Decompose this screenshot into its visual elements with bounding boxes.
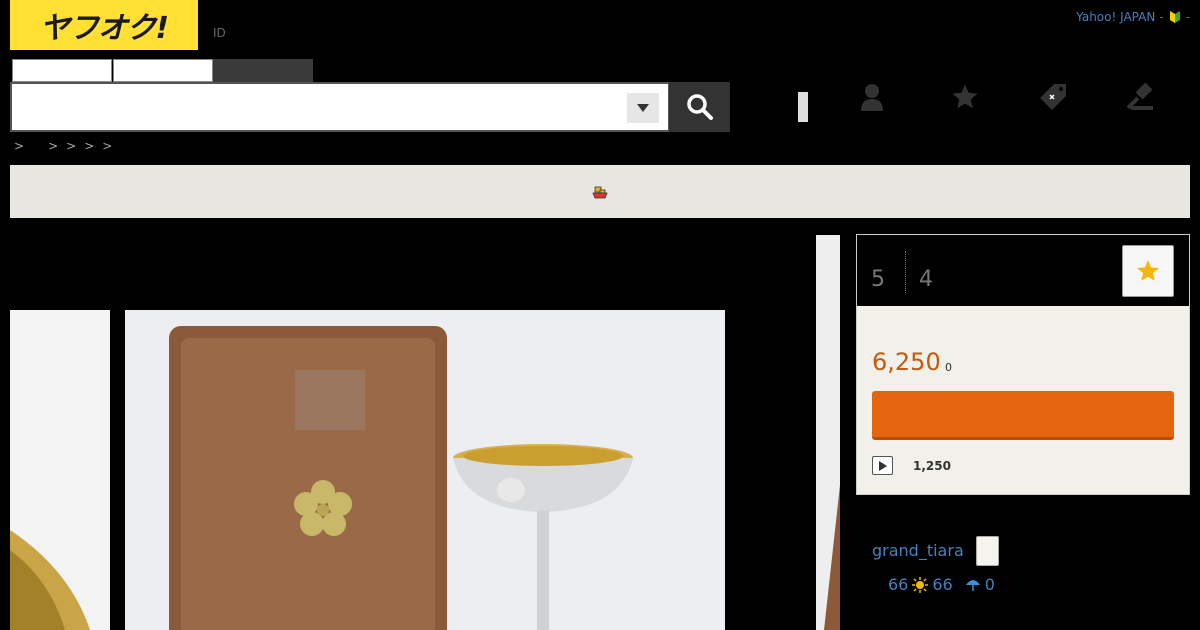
current-price: 6,250 — [872, 348, 941, 376]
play-icon[interactable] — [872, 456, 893, 475]
search-input[interactable] — [18, 90, 618, 124]
rating-total[interactable]: 66 — [888, 575, 908, 594]
logo-text: ヤフオク! — [39, 11, 169, 46]
breadcrumb-sep[interactable]: > — [102, 139, 112, 153]
tag-icon[interactable] — [1033, 80, 1073, 114]
breadcrumb-sep[interactable]: > — [48, 139, 58, 153]
price-panel: 6,250 0 1,250 — [856, 306, 1190, 495]
yahuoku-logo[interactable]: ヤフオク! — [10, 0, 198, 50]
seller-badge[interactable] — [976, 536, 999, 566]
buyout-price: 1,250 — [913, 458, 951, 473]
gavel-icon[interactable] — [1122, 80, 1162, 114]
search-box — [10, 82, 670, 132]
watchlist-button[interactable] — [1122, 245, 1174, 297]
seller-rating: 66 66 0 — [888, 575, 995, 594]
category-dropdown[interactable] — [627, 93, 659, 123]
search-tab-1[interactable] — [12, 59, 112, 82]
breadcrumb-sep[interactable]: > — [84, 139, 94, 153]
chevron-down-icon — [637, 104, 649, 112]
umbrella-icon — [965, 579, 980, 591]
search-tab-3[interactable] — [213, 59, 313, 82]
user-icon[interactable] — [852, 80, 892, 114]
notice-banner — [10, 165, 1190, 218]
breadcrumb: > > > > > — [14, 139, 112, 153]
bid-count: 5 — [871, 267, 885, 292]
nav-divider — [798, 92, 808, 122]
star-icon[interactable] — [945, 80, 985, 114]
top-links: Yahoo! JAPAN - - — [1076, 10, 1190, 24]
time-left: 4 — [919, 267, 933, 292]
breadcrumb-sep[interactable]: > — [14, 139, 24, 153]
breadcrumb-sep[interactable]: > — [66, 139, 76, 153]
search-tab-2[interactable] — [113, 59, 213, 82]
tax-amount: 0 — [945, 361, 952, 374]
separator: - — [1159, 10, 1164, 24]
seller-name[interactable]: grand_tiara — [872, 541, 964, 560]
star-icon — [1137, 260, 1159, 281]
divider — [905, 251, 906, 293]
rating-good[interactable]: 66 — [932, 575, 952, 594]
bid-button[interactable] — [872, 391, 1174, 440]
ship-icon — [592, 186, 608, 198]
search-button[interactable] — [669, 82, 730, 132]
rating-bad[interactable]: 0 — [985, 575, 995, 594]
buyout-row: 1,250 — [872, 456, 951, 475]
thumbnail-previous[interactable] — [10, 310, 110, 630]
main-product-image[interactable] — [125, 310, 725, 630]
thumbnail-next[interactable] — [816, 235, 840, 630]
sun-icon — [912, 576, 929, 593]
separator: - — [1185, 10, 1190, 24]
search-icon — [686, 94, 713, 120]
id-link[interactable]: ID — [213, 26, 226, 40]
item-stats-panel: 5 4 — [856, 234, 1190, 306]
yahoo-japan-link[interactable]: Yahoo! JAPAN — [1076, 10, 1155, 24]
beginner-mark-icon[interactable] — [1168, 10, 1182, 24]
